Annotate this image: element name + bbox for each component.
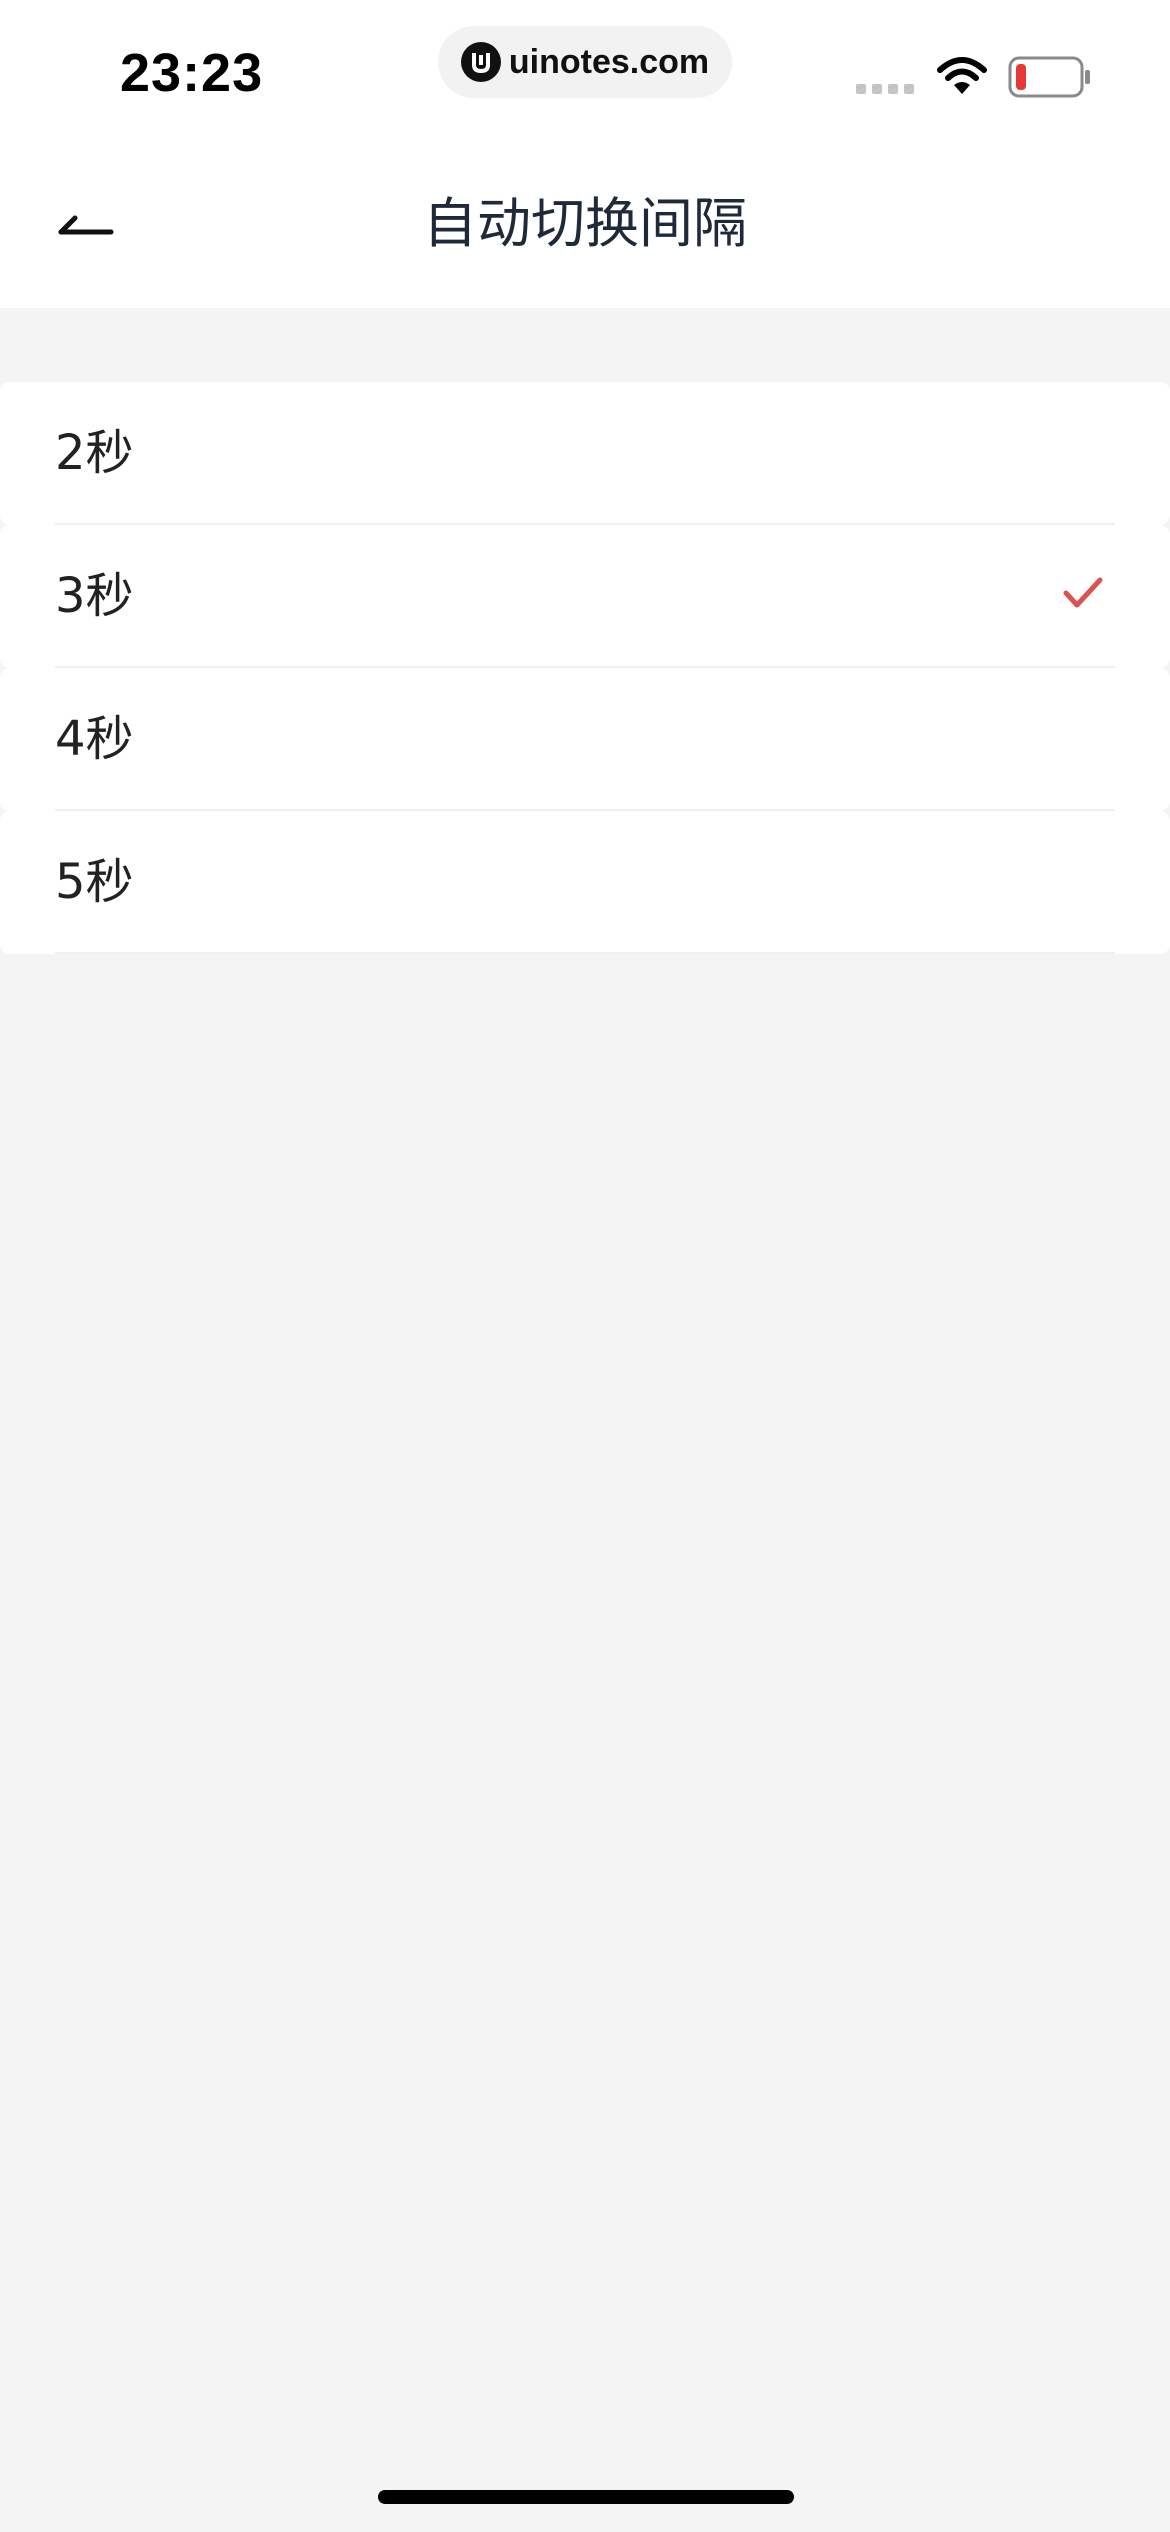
option-5s[interactable]: 5秒 <box>0 811 1170 954</box>
option-label: 5秒 <box>55 854 134 910</box>
screen: 23:23 uinotes.com 自动切换间隔 2秒 3秒 4秒 5秒 <box>0 0 1170 2532</box>
battery-icon <box>1008 56 1090 98</box>
url-text: uinotes.com <box>508 42 710 81</box>
page-title: 自动切换间隔 <box>423 192 747 255</box>
home-indicator <box>378 2490 794 2504</box>
option-3s[interactable]: 3秒 <box>0 525 1170 668</box>
navigation-bar: 自动切换间隔 <box>0 140 1170 308</box>
option-label: 3秒 <box>55 568 134 624</box>
status-time: 23:23 <box>120 43 264 103</box>
option-label: 4秒 <box>55 711 134 767</box>
url-pill[interactable]: uinotes.com <box>438 26 732 98</box>
wifi-icon <box>937 57 987 94</box>
status-bar: 23:23 uinotes.com <box>0 0 1170 140</box>
interval-options-list: 2秒 3秒 4秒 5秒 <box>0 382 1170 954</box>
option-2s[interactable]: 2秒 <box>0 382 1170 525</box>
option-4s[interactable]: 4秒 <box>0 668 1170 811</box>
checkmark-icon <box>1063 577 1103 608</box>
uinotes-logo-icon <box>460 42 501 82</box>
option-label: 2秒 <box>55 425 134 481</box>
cellular-signal-icon <box>856 84 914 94</box>
